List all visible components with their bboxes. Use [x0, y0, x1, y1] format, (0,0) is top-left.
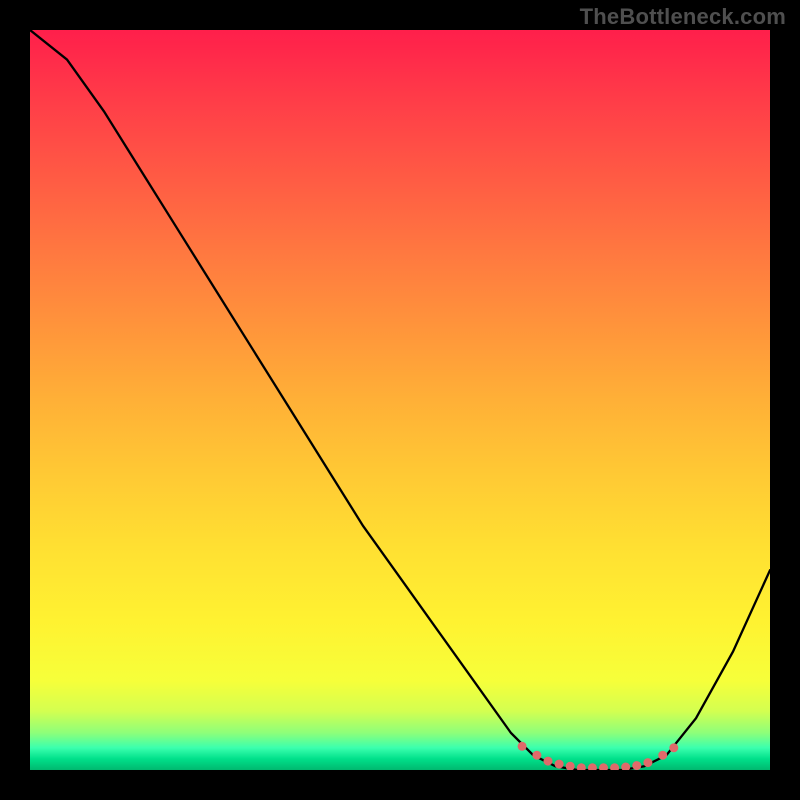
trough-dot: [658, 751, 667, 760]
chart-svg: [30, 30, 770, 770]
trough-dot: [555, 760, 564, 769]
bottleneck-curve: [30, 30, 770, 770]
trough-dot: [610, 763, 619, 770]
trough-dot: [643, 758, 652, 767]
trough-dot: [566, 762, 575, 770]
trough-dot: [577, 763, 586, 770]
trough-dot: [532, 751, 541, 760]
trough-dot: [599, 763, 608, 770]
trough-dot: [544, 757, 553, 766]
trough-dot: [621, 763, 630, 771]
chart-frame: TheBottleneck.com: [0, 0, 800, 800]
watermark-text: TheBottleneck.com: [580, 4, 786, 30]
trough-dot: [518, 742, 527, 751]
plot-area: [30, 30, 770, 770]
trough-dot-group: [518, 742, 679, 770]
trough-dot: [632, 761, 641, 770]
trough-dot: [588, 763, 597, 770]
trough-dot: [669, 743, 678, 752]
